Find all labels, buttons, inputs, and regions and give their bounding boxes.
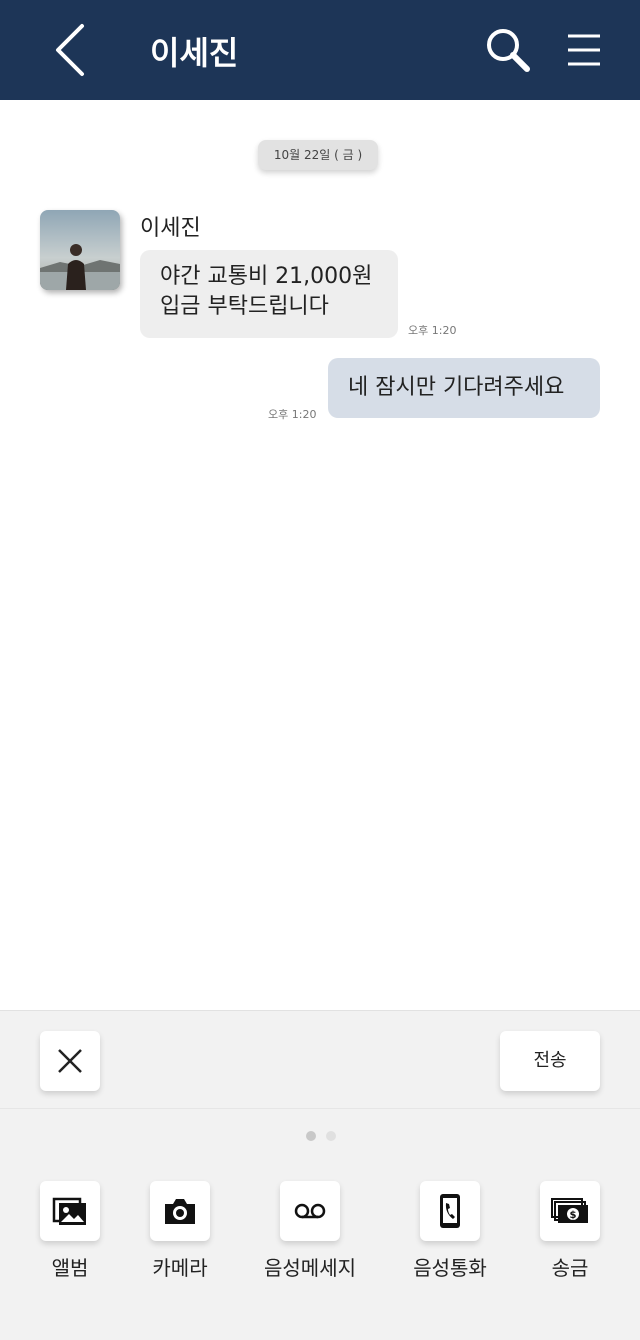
app-header: 이세진 — [0, 0, 640, 100]
chat-title: 이세진 — [150, 34, 239, 72]
page-indicator-dot[interactable] — [326, 1131, 336, 1141]
chevron-left-icon — [56, 24, 84, 76]
menu-button[interactable] — [564, 30, 604, 70]
svg-text:$: $ — [570, 1210, 577, 1221]
money-transfer-button[interactable]: $ — [540, 1181, 600, 1241]
search-icon — [487, 29, 530, 72]
send-button[interactable]: 전송 — [500, 1031, 600, 1091]
camera-icon — [165, 1199, 195, 1224]
money-icon: $ — [551, 1198, 588, 1223]
avatar-photo — [40, 210, 120, 290]
phone-icon — [440, 1194, 460, 1228]
chat-area[interactable]: 10월 22일 ( 금 ) 이세진 야간 교통비 21,000원 입금 부탁드립… — [0, 100, 640, 1010]
camera-label: 카메라 — [152, 1256, 208, 1280]
attachment-panel: 전송 앨범 카메라 음성메세지 음성통화 $ 송금 — [0, 1010, 640, 1340]
outgoing-message-bubble[interactable]: 네 잠시만 기다려주세요 — [328, 358, 600, 418]
incoming-message-bubble[interactable]: 야간 교통비 21,000원 입금 부탁드립니다 — [140, 250, 398, 338]
voice-message-button[interactable] — [280, 1181, 340, 1241]
back-button[interactable] — [48, 22, 92, 78]
message-line: 야간 교통비 21,000원 — [160, 264, 373, 289]
hamburger-menu-icon — [568, 34, 600, 66]
camera-button[interactable] — [150, 1181, 210, 1241]
date-divider: 10월 22일 ( 금 ) — [258, 140, 378, 170]
message-line: 입금 부탁드립니다 — [160, 294, 329, 319]
sender-name: 이세진 — [140, 216, 201, 241]
album-icon — [52, 1197, 86, 1225]
money-transfer-label: 송금 — [551, 1256, 589, 1280]
close-icon — [58, 1049, 82, 1073]
voice-call-button[interactable] — [420, 1181, 480, 1241]
message-timestamp: 오후 1:20 — [408, 324, 457, 337]
page-indicator-dot-active[interactable] — [306, 1131, 316, 1141]
voice-message-label: 음성메세지 — [264, 1256, 356, 1280]
message-timestamp: 오후 1:20 — [268, 408, 317, 421]
search-button[interactable] — [484, 26, 532, 74]
input-toolbar: 전송 — [0, 1011, 640, 1109]
close-panel-button[interactable] — [40, 1031, 100, 1091]
album-label: 앨범 — [51, 1256, 89, 1280]
album-button[interactable] — [40, 1181, 100, 1241]
voice-call-label: 음성통화 — [413, 1256, 487, 1280]
avatar[interactable] — [40, 210, 120, 290]
voicemail-icon — [294, 1203, 326, 1219]
